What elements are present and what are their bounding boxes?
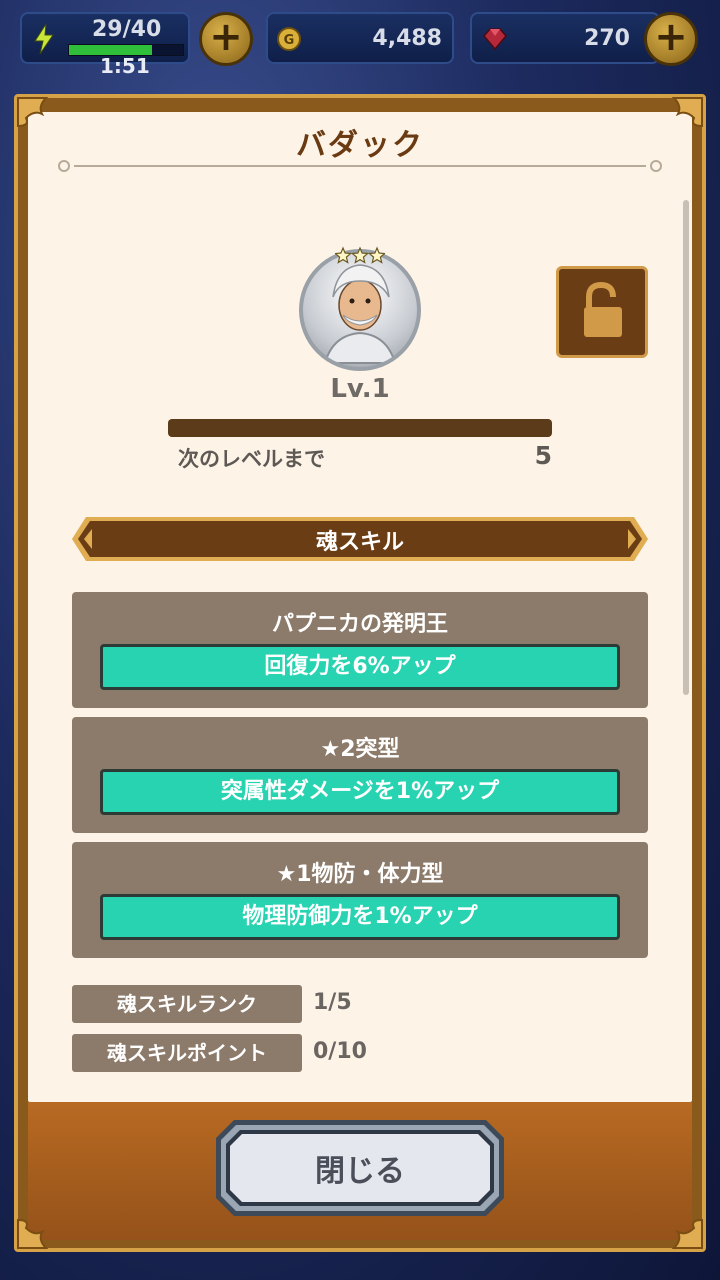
- stamina-value: 29/40: [92, 17, 162, 42]
- gem-icon: [483, 28, 507, 51]
- scrollbar[interactable]: [683, 200, 689, 695]
- skill-points-label: 魂スキルポイント: [72, 1034, 302, 1072]
- skill-effect[interactable]: 突属性ダメージを1%アップ: [100, 769, 620, 815]
- stamina-timer: 1:51: [100, 54, 150, 78]
- lightning-icon: [34, 24, 54, 54]
- corner-ornament-icon: [17, 1218, 49, 1249]
- close-button-label: 閉じる: [315, 1154, 405, 1189]
- plus-icon: +: [209, 14, 243, 60]
- skill-points-value: 0/10: [313, 1039, 367, 1064]
- star-icon: [350, 246, 370, 264]
- character-portrait-icon: [323, 264, 397, 364]
- star-icon: [367, 246, 385, 264]
- next-level-label: 次のレベルまで: [178, 447, 325, 471]
- skill-effect[interactable]: 回復力を6%アップ: [100, 644, 620, 690]
- unlock-icon: [584, 281, 622, 337]
- gold-coin-icon: G: [277, 27, 301, 51]
- rarity-stars: [335, 246, 385, 264]
- skill-rank-value: 1/5: [313, 990, 352, 1015]
- gold-pill: G 4,488: [266, 12, 454, 64]
- status-bar: 29/40 1:51 + G 4,488 270 +: [0, 0, 720, 80]
- plus-icon: +: [654, 14, 688, 60]
- skill-card: パプニカの発明王 回復力を6%アップ: [72, 592, 648, 708]
- skill-name: パプニカの発明王: [271, 612, 448, 637]
- skill-card: ★2突型 突属性ダメージを1%アップ: [72, 717, 648, 833]
- svg-text:G: G: [284, 33, 295, 48]
- add-gem-button[interactable]: +: [644, 12, 698, 66]
- skill-card: ★1物防・体力型 物理防御力を1%アップ: [72, 842, 648, 958]
- stamina-pill: 29/40 1:51: [20, 12, 190, 78]
- gem-value: 270: [584, 26, 630, 51]
- skill-effect[interactable]: 物理防御力を1%アップ: [100, 894, 620, 940]
- title-divider: [58, 160, 662, 172]
- lock-toggle-button[interactable]: [556, 266, 648, 358]
- gem-pill: 270: [470, 12, 660, 64]
- add-stamina-button[interactable]: +: [199, 12, 253, 66]
- skill-name: ★1物防・体力型: [276, 862, 444, 887]
- star-icon: [335, 246, 353, 264]
- experience-bar: [168, 419, 552, 437]
- character-level: Lv.1: [330, 374, 390, 404]
- section-title: 魂スキル: [315, 530, 404, 555]
- gold-value: 4,488: [372, 26, 442, 51]
- skill-name: ★2突型: [320, 737, 400, 762]
- corner-ornament-icon: [671, 1218, 703, 1249]
- skill-rank-label: 魂スキルランク: [72, 985, 302, 1023]
- next-level-value: 5: [534, 441, 552, 470]
